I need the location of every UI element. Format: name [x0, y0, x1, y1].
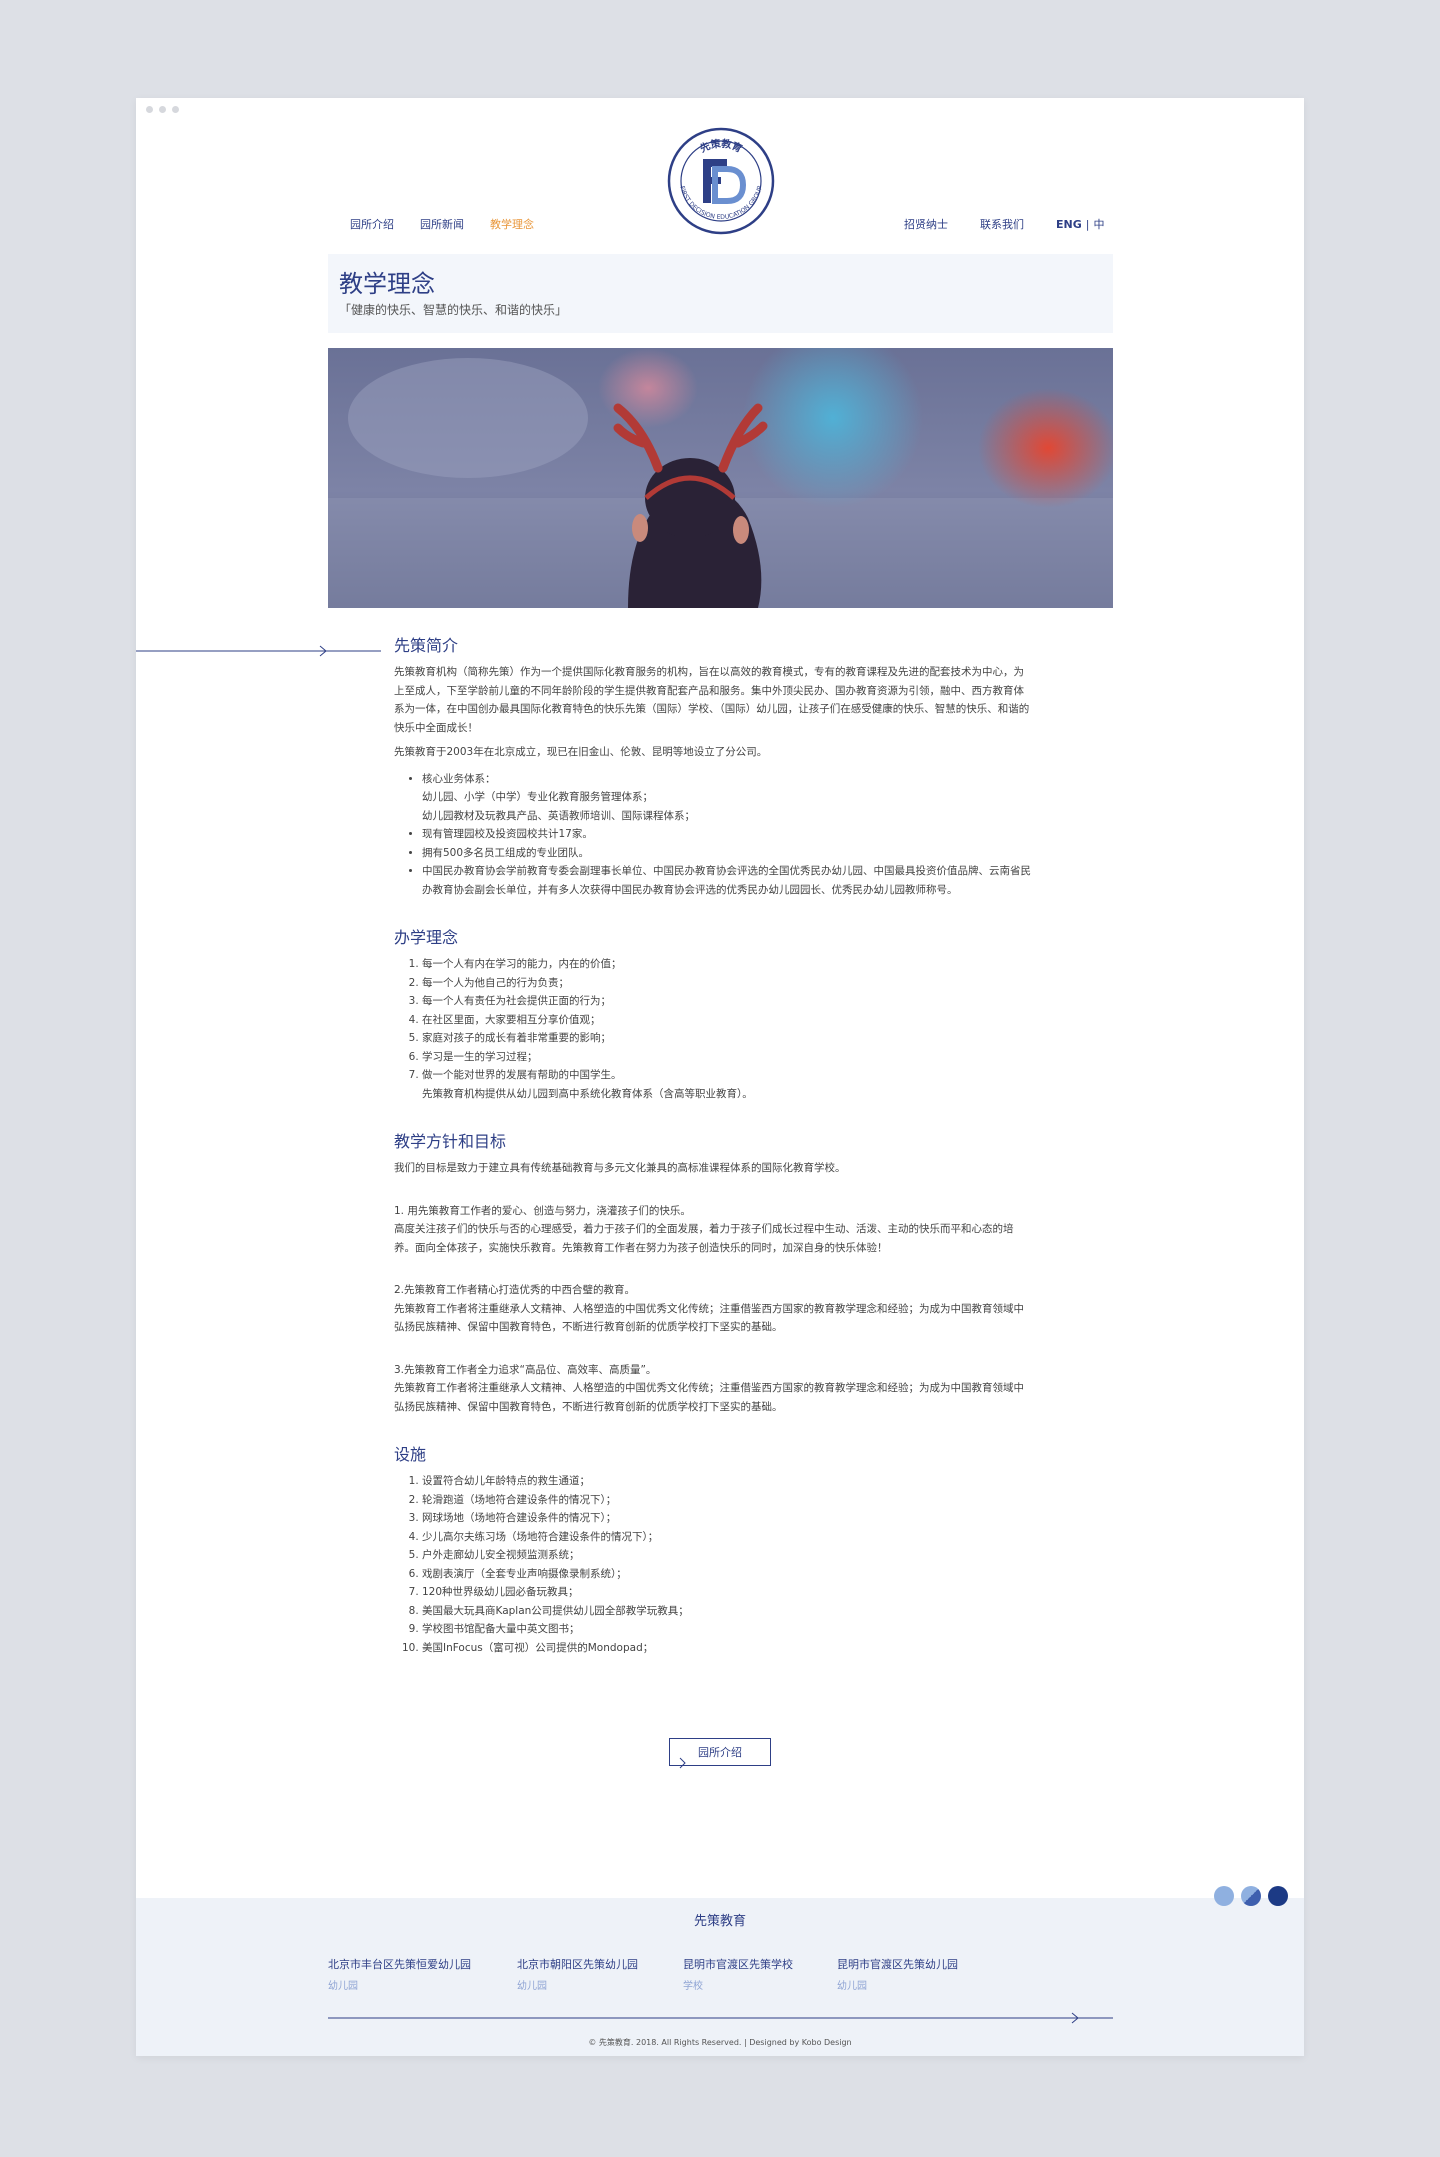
list-item: 拥有500多名员工组成的专业团队。: [422, 844, 1034, 863]
list-item: 轮滑跑道（场地符合建设条件的情况下）；: [422, 1491, 1034, 1510]
footer-title: 先策教育: [693, 1914, 746, 1929]
palette-swatch-dark: [1268, 1886, 1288, 1906]
section-facilities: 设施 设置符合幼儿年龄特点的救生通道； 轮滑跑道（场地符合建设条件的情况下）； …: [394, 1444, 1034, 1657]
list-item: 每一个人为他自己的行为负责；: [422, 974, 1034, 993]
list-item: 美国最大玩具商Kaplan公司提供幼儿园全部教学玩教具；: [422, 1602, 1034, 1621]
list-item: 在社区里面，大家要相互分享价值观；: [422, 1011, 1034, 1030]
philosophy-note: 先策教育机构提供从幼儿园到高中系统化教育体系（含高等职业教育）。: [422, 1087, 753, 1100]
list-item: 中国民办教育协会学前教育专委会副理事长单位、中国民办教育协会评选的全国优秀民办幼…: [422, 862, 1034, 899]
section-intro: 先策简介 先策教育机构（简称先策）作为一个提供国际化教育服务的机构，旨在以高效的…: [394, 635, 1034, 899]
list-item: 做一个能对世界的发展有帮助的中国学生。 先策教育机构提供从幼儿园到高中系统化教育…: [422, 1066, 1034, 1103]
page-title: 教学理念: [339, 270, 435, 298]
palette-swatch-light: [1214, 1886, 1234, 1906]
list-item: 设置符合幼儿年龄特点的救生通道；: [422, 1472, 1034, 1491]
goal-3-title: 3.先策教育工作者全力追求“高品位、高效率、高质量”。: [394, 1363, 657, 1376]
facilities-list: 设置符合幼儿年龄特点的救生通道； 轮滑跑道（场地符合建设条件的情况下）； 网球场…: [394, 1472, 1034, 1657]
window-controls: [146, 106, 179, 113]
section-philosophy: 办学理念 每一个人有内在学习的能力，内在的价值； 每一个人为他自己的行为负责； …: [394, 927, 1034, 1103]
site-footer: 先策教育 北京市丰台区先策恒爱幼儿园 幼儿园 北京市朝阳区先策幼儿园 幼儿园 昆…: [136, 1898, 1304, 2056]
main-content: 先策简介 先策教育机构（简称先策）作为一个提供国际化教育服务的机构，旨在以高效的…: [394, 635, 1034, 1685]
list-item: 美国InFocus（富可视）公司提供的Mondopad；: [422, 1639, 1034, 1658]
facilities-heading: 设施: [394, 1445, 427, 1464]
lang-english[interactable]: ENG: [1056, 218, 1082, 231]
goal-3-body: 先策教育工作者将注重继承人文精神、人格塑造的中国优秀文化传统；注重借鉴西方国家的…: [394, 1382, 1024, 1413]
footer-arrow-icon: [328, 2012, 1113, 2024]
goals-intro: 我们的目标是致力于建立具有传统基础教育与多元文化兼具的高标准课程体系的国际化教育…: [394, 1162, 846, 1174]
philosophy-heading: 办学理念: [394, 928, 459, 947]
goal-2-body: 先策教育工作者将注重继承人文精神、人格塑造的中国优秀文化传统；注重借鉴西方国家的…: [394, 1302, 1024, 1334]
window-dot-minimize[interactable]: [159, 106, 166, 113]
window-dot-close[interactable]: [146, 106, 153, 113]
list-item: 现有管理园校及投资园校共计17家。: [422, 825, 1034, 844]
school-link[interactable]: 昆明市官渡区先策幼儿园 幼儿园: [837, 1956, 958, 1992]
school-link[interactable]: 北京市丰台区先策恒爱幼儿园 幼儿园: [328, 1956, 471, 1992]
list-item: 少儿高尔夫练习场（场地符合建设条件的情况下）；: [422, 1528, 1034, 1547]
list-item: 每一个人有责任为社会提供正面的行为；: [422, 992, 1034, 1011]
philosophy-list: 每一个人有内在学习的能力，内在的价值； 每一个人为他自己的行为负责； 每一个人有…: [394, 955, 1034, 1103]
list-item: 每一个人有内在学习的能力，内在的价值；: [422, 955, 1034, 974]
goals-heading: 教学方针和目标: [394, 1132, 507, 1151]
section-arrow-icon: [136, 645, 381, 657]
copyright-text: © 先策教育. 2018. All Rights Reserved. | Des…: [588, 2038, 852, 2047]
nav-item-careers[interactable]: 招贤纳士: [904, 216, 948, 232]
section-goals: 教学方针和目标 我们的目标是致力于建立具有传统基础教育与多元文化兼具的高标准课程…: [394, 1131, 1034, 1416]
intro-paragraph-2: 先策教育于2003年在北京成立，现已在旧金山、伦敦、昆明等地设立了分公司。: [394, 746, 768, 758]
goal-2-title: 2.先策教育工作者精心打造优秀的中西合璧的教育。: [394, 1284, 636, 1296]
list-item: 学校图书馆配备大量中英文图书；: [422, 1620, 1034, 1639]
window-dot-maximize[interactable]: [172, 106, 179, 113]
nav-item-news[interactable]: 园所新闻: [420, 216, 464, 232]
browser-window: 先策教育 FIRST DECISION EDUCATION GROUP 园所介绍…: [136, 98, 1304, 2056]
goal-1-title: 1. 用先策教育工作者的爱心、创造与努力，浇灌孩子们的快乐。: [394, 1204, 691, 1217]
intro-heading: 先策简介: [394, 636, 459, 655]
nav-item-philosophy[interactable]: 教学理念: [490, 216, 534, 232]
intro-paragraph-1: 先策教育机构（简称先策）作为一个提供国际化教育服务的机构，旨在以高效的教育模式，…: [394, 666, 1030, 734]
palette-swatch-mid: [1241, 1886, 1261, 1906]
goal-1-body: 高度关注孩子们的快乐与否的心理感受，着力于孩子们的全面发展，着力于孩子们成长过程…: [394, 1223, 1014, 1254]
logo-emblem[interactable]: 先策教育 FIRST DECISION EDUCATION GROUP: [665, 125, 777, 237]
page-subtitle: 「健康的快乐、智慧的快乐、和谐的快乐」: [339, 303, 568, 317]
nav-item-contact[interactable]: 联系我们: [980, 216, 1024, 232]
list-item: 学习是一生的学习过程；: [422, 1048, 1034, 1067]
list-item: 戏剧表演厅（全套专业声响摄像录制系统）；: [422, 1565, 1034, 1584]
nav-item-about[interactable]: 园所介绍: [350, 216, 394, 232]
color-palette: [1214, 1886, 1288, 1906]
list-item: 核心业务体系： 幼儿园、小学（中学）专业化教育服务管理体系； 幼儿园教材及玩教具…: [422, 770, 1034, 826]
list-item: 户外走廊幼儿安全视频监测系统；: [422, 1546, 1034, 1565]
page-title-block: 教学理念 「健康的快乐、智慧的快乐、和谐的快乐」: [328, 254, 1113, 333]
list-item: 120种世界级幼儿园必备玩教具；: [422, 1583, 1034, 1602]
lang-chinese[interactable]: 中: [1093, 218, 1104, 231]
language-switcher: ENG | 中: [1056, 216, 1104, 232]
hero-photo: [328, 348, 1113, 608]
main-nav-left: 园所介绍 园所新闻 教学理念: [350, 216, 534, 232]
school-link[interactable]: 昆明市官渡区先策学校 学校: [683, 1956, 793, 1992]
school-link[interactable]: 北京市朝阳区先策幼儿园 幼儿园: [517, 1956, 638, 1992]
list-item: 家庭对孩子的成长有着非常重要的影响；: [422, 1029, 1034, 1048]
lang-separator: |: [1085, 218, 1090, 231]
main-nav-right: 招贤纳士 联系我们 ENG | 中: [904, 216, 1104, 232]
intro-bullets: 核心业务体系： 幼儿园、小学（中学）专业化教育服务管理体系； 幼儿园教材及玩教具…: [394, 770, 1034, 900]
chevron-right-icon: [679, 1757, 686, 1769]
list-item: 网球场地（场地符合建设条件的情况下）；: [422, 1509, 1034, 1528]
